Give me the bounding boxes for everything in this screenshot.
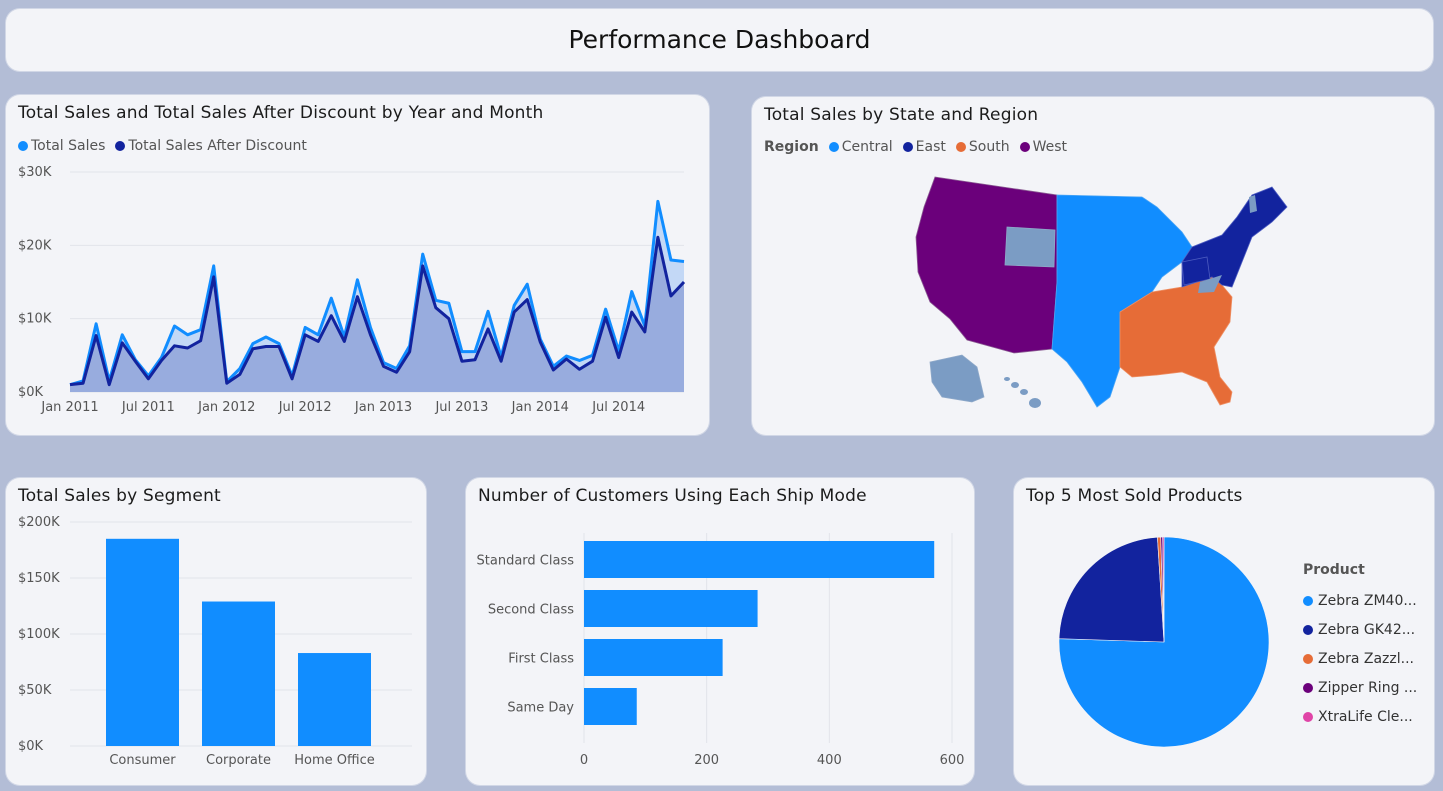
y-tick-label: Second Class — [488, 603, 574, 618]
y-tick-label: $30K — [18, 165, 52, 180]
pie-legend-title: Product — [1303, 562, 1365, 578]
x-tick-label: Home Office — [294, 753, 374, 768]
y-tick-label: $100K — [18, 627, 60, 642]
bar-second-class — [584, 590, 758, 627]
bar-corporate — [202, 601, 275, 746]
y-tick-label: $50K — [18, 683, 52, 698]
ship-chart-plot[interactable]: 0 200 400 600 Standard Class Second Class Firs… — [466, 478, 974, 785]
legend-dot-icon — [1303, 682, 1313, 693]
pie-legend-item[interactable]: Zipper Ring ... — [1303, 673, 1417, 702]
area-after-discount — [70, 237, 684, 392]
y-tick-label: $0K — [18, 385, 44, 400]
y-tick-label: $0K — [18, 739, 44, 754]
y-tick-label: Standard Class — [477, 554, 575, 569]
legend-label: Zipper Ring ... — [1318, 679, 1418, 696]
x-tick-label: Corporate — [206, 753, 271, 768]
pie-chart-plot[interactable] — [1014, 478, 1294, 785]
y-tick-label: $10K — [18, 312, 52, 327]
x-tick-label: 600 — [940, 753, 965, 768]
x-tick-label: Jan 2011 — [40, 400, 98, 415]
pie-legend: Product Zebra ZM40... Zebra GK42... Zebr… — [1303, 562, 1417, 731]
line-chart-plot[interactable]: $30K $20K $10K $0KJan 2011 Jul 2011 Jan 2012 J… — [6, 95, 709, 435]
legend-label: XtraLife Cle... — [1318, 708, 1413, 725]
bar-standard-class — [584, 541, 935, 578]
y-tick-label: $200K — [18, 515, 60, 530]
legend-label: Zebra Zazzl... — [1318, 650, 1414, 667]
x-tick-label: 400 — [817, 753, 842, 768]
bar-first-class — [584, 639, 723, 676]
legend-dot-icon — [1303, 595, 1313, 606]
map-state-hawaii[interactable] — [1004, 377, 1041, 408]
legend-dot-icon — [1303, 711, 1313, 722]
ship-mode-chart-card[interactable]: Number of Customers Using Each Ship Mode… — [466, 478, 974, 785]
pie-legend-item[interactable]: Zebra ZM40... — [1303, 586, 1417, 615]
sales-line-chart-card[interactable]: Total Sales and Total Sales After Discou… — [6, 95, 709, 435]
segment-bar-chart-card[interactable]: Total Sales by Segment $200K $150K $100K $5… — [6, 478, 426, 785]
state-region-map-card[interactable]: Total Sales by State and Region Region C… — [752, 97, 1434, 435]
x-tick-label: Jul 2011 — [121, 400, 175, 415]
legend-label: Zebra GK42... — [1318, 621, 1416, 638]
legend-dot-icon — [1303, 653, 1313, 664]
pie-legend-item[interactable]: XtraLife Cle... — [1303, 702, 1417, 731]
x-tick-label: Jul 2012 — [278, 400, 332, 415]
y-tick-label: $150K — [18, 571, 60, 586]
x-tick-label: 200 — [694, 753, 719, 768]
page-title: Performance Dashboard — [568, 25, 871, 54]
dashboard-header: Performance Dashboard — [6, 9, 1433, 71]
legend-label: Zebra ZM40... — [1318, 592, 1417, 609]
pie-legend-item[interactable]: Zebra Zazzl... — [1303, 644, 1417, 673]
x-tick-label: 0 — [580, 753, 588, 768]
x-tick-label: Jan 2012 — [197, 400, 255, 415]
x-tick-label: Consumer — [109, 753, 176, 768]
bar-consumer — [106, 538, 179, 746]
x-tick-label: Jan 2014 — [511, 400, 569, 415]
pie-slice-1 — [1058, 536, 1165, 643]
map-state-alaska[interactable] — [929, 354, 985, 403]
y-tick-label: First Class — [508, 652, 574, 667]
us-map[interactable] — [752, 97, 1434, 435]
bar-same-day — [584, 688, 637, 725]
y-tick-label: Same Day — [507, 701, 574, 716]
legend-dot-icon — [1303, 624, 1313, 635]
y-tick-label: $20K — [18, 238, 52, 253]
x-tick-label: Jul 2014 — [591, 400, 645, 415]
segment-chart-plot[interactable]: $200K $150K $100K $50K $0K Consumer Corporate H… — [6, 478, 426, 785]
pie-legend-item[interactable]: Zebra GK42... — [1303, 615, 1417, 644]
x-tick-label: Jul 2013 — [434, 400, 488, 415]
x-tick-label: Jan 2013 — [354, 400, 412, 415]
map-state-wyoming[interactable] — [1004, 226, 1056, 268]
top-products-pie-card[interactable]: Top 5 Most Sold Products Product Zebra Z… — [1014, 478, 1434, 785]
bar-home-office — [298, 653, 371, 746]
